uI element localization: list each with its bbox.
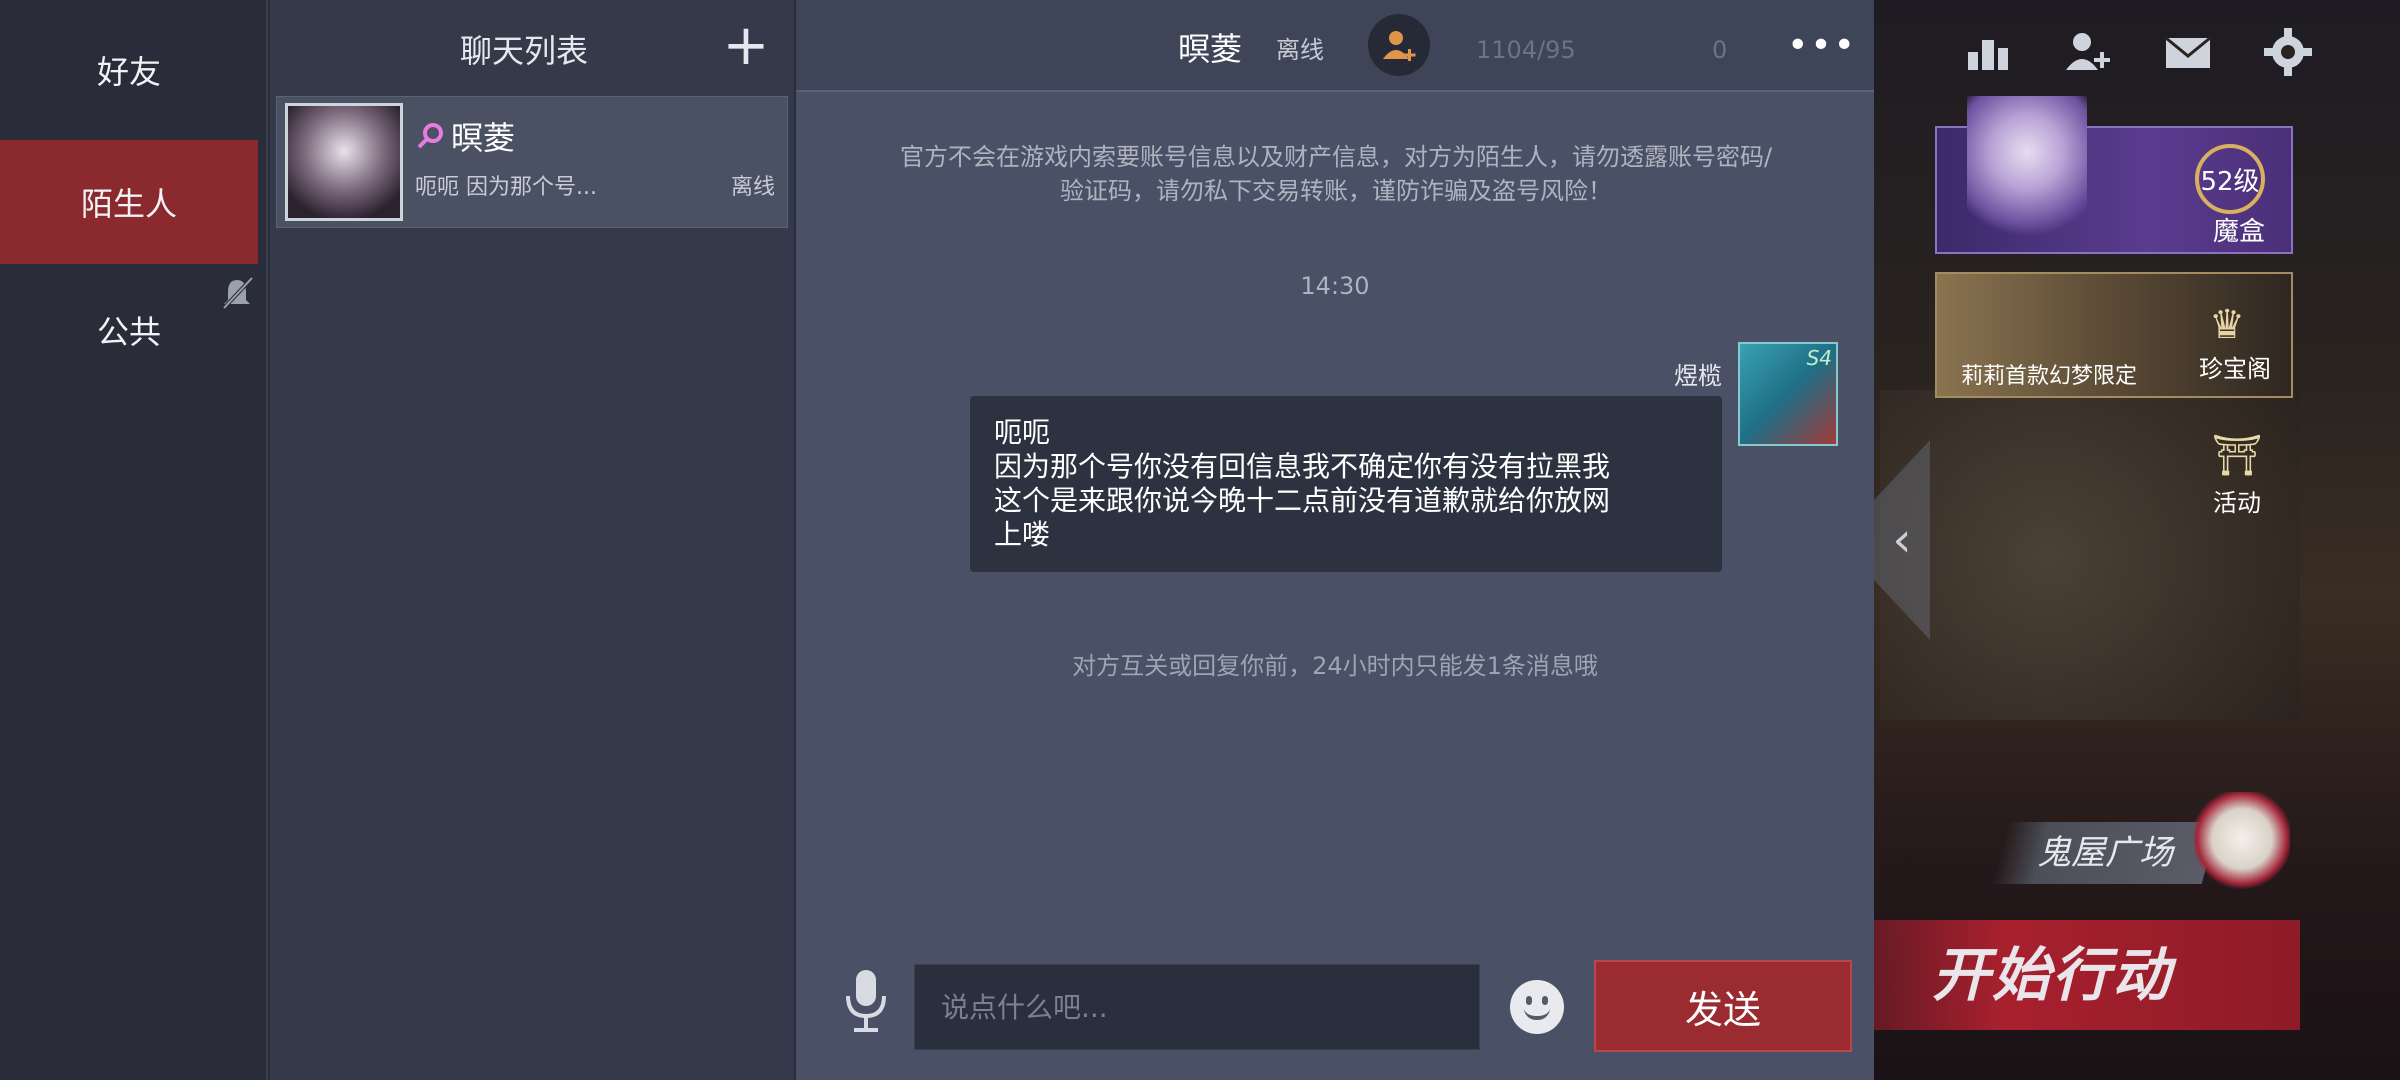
sender-avatar[interactable]: S4 [1738, 342, 1838, 446]
treasure-card[interactable]: ♛ 莉莉首款幻梦限定 珍宝阁 [1935, 272, 2293, 398]
peer-name: 暝菱 [1178, 30, 1243, 68]
message-timestamp: 14:30 [1300, 272, 1370, 300]
sidebar-item-friends[interactable]: 好友 [0, 8, 258, 132]
mohe-portrait [1967, 96, 2087, 256]
message-input[interactable] [914, 964, 1480, 1050]
conversation-item[interactable]: 暝菱 呃呃 因为那个号... 离线 [276, 96, 788, 228]
top-icon-row [1960, 24, 2316, 80]
emoji-eye [1526, 996, 1532, 1005]
sender-name: 煜榄 [1674, 362, 1722, 390]
message-line: 这个是来跟你说今晚十二点前没有道歉就给你放网 [994, 484, 1611, 517]
microphone-icon[interactable] [840, 966, 892, 1036]
season-badge: S4 [1806, 346, 1832, 370]
category-sidebar: 好友 陌生人 公共 [0, 0, 268, 1080]
clown-icon [2194, 792, 2290, 896]
mohe-label: 魔盒 [2212, 217, 2265, 247]
avatar [285, 103, 403, 221]
background-stat: 1104/95 [1476, 36, 1576, 64]
message-line: 呃呃 [994, 416, 1051, 449]
add-friend-icon[interactable] [2060, 24, 2116, 80]
ghost-square-label: 鬼屋广场 [2037, 833, 2173, 873]
emoji-eye [1542, 996, 1548, 1005]
start-action-label: 开始行动 [1932, 941, 2173, 1009]
activity-button[interactable]: ⛩ 活动 [2200, 432, 2274, 518]
input-bar: 发送 [796, 950, 1874, 1052]
chat-list-title: 聊天列表 [460, 32, 589, 70]
message-limit-note: 对方互关或回复你前，24小时内只能发1条消息哦 [1072, 652, 1598, 680]
sidebar-item-strangers[interactable]: 陌生人 [0, 140, 258, 264]
mute-bell-icon [222, 276, 254, 310]
gear-icon[interactable] [2260, 24, 2316, 80]
add-friend-icon[interactable] [1368, 14, 1430, 76]
treasure-promo-label: 莉莉首款幻梦限定 [1961, 364, 2138, 389]
search-tag-icon [417, 123, 443, 149]
activity-icon: ⛩ [2211, 433, 2263, 479]
peer-status: 离线 [1276, 36, 1324, 64]
mohe-level: 52级 [2195, 144, 2265, 214]
chat-panel: 暝菱 离线 1104/95 0 ••• 官方不会在游戏内索要账号信息以及财产信息… [796, 0, 1874, 1080]
activity-label: 活动 [2213, 489, 2261, 517]
ranking-icon[interactable] [1960, 24, 2016, 80]
message-bubble: 呃呃 因为那个号你没有回信息我不确定你有没有拉黑我 这个是来跟你说今晚十二点前没… [970, 396, 1722, 572]
background-stat: 0 [1712, 36, 1728, 64]
emoji-icon[interactable] [1510, 980, 1564, 1034]
emoji-mouth [1524, 1008, 1550, 1020]
conversation-preview: 呃呃 因为那个号... [415, 175, 597, 200]
chat-header: 暝菱 离线 1104/95 0 ••• [796, 0, 1874, 92]
send-button[interactable]: 发送 [1594, 960, 1852, 1052]
start-action-button[interactable]: 开始行动 [1874, 920, 2300, 1030]
more-options-icon[interactable]: ••• [1787, 20, 1855, 70]
conversation-name: 暝菱 [451, 119, 516, 157]
chat-list-panel: 聊天列表 + 暝菱 呃呃 因为那个号... 离线 [270, 0, 794, 1080]
mohe-card[interactable]: 52级 魔盒 [1935, 96, 2293, 256]
plus-icon[interactable]: + [718, 18, 774, 74]
conversation-title: 暝菱 [415, 113, 515, 159]
message-line: 因为那个号你没有回信息我不确定你有没有拉黑我 [994, 450, 1611, 483]
conversation-status: 离线 [730, 175, 775, 200]
mail-icon[interactable] [2160, 24, 2216, 80]
treasure-label: 珍宝阁 [2199, 355, 2271, 383]
message-line: 上喽 [994, 518, 1051, 551]
ghost-square-button[interactable]: 鬼屋广场 [1991, 822, 2219, 884]
treasure-icon: ♛ [2209, 302, 2245, 348]
security-notice: 官方不会在游戏内索要账号信息以及财产信息，对方为陌生人，请勿透露账号密码/验证码… [899, 143, 1773, 205]
